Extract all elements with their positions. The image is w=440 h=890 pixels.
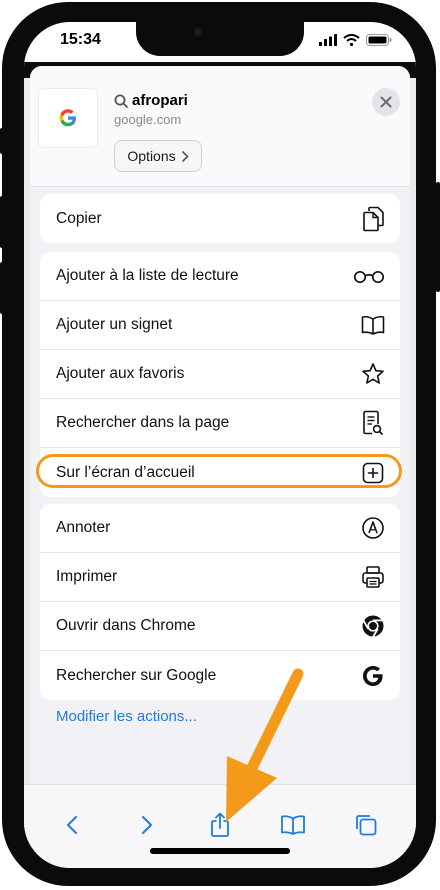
orange-arrow-annotation	[226, 668, 304, 822]
